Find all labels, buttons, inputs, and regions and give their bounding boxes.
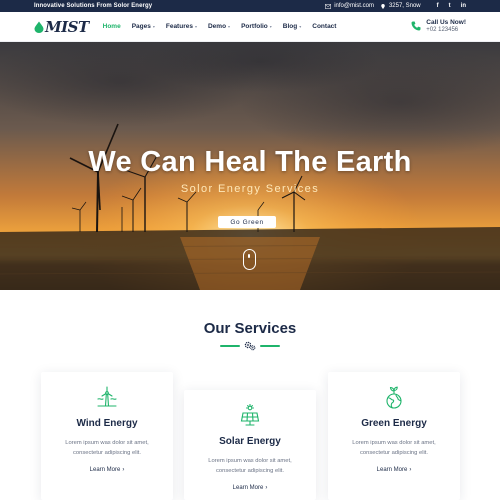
main-nav: Home Pages ▾ Features ▾ Demo ▾ Portfolio ▾ B… <box>103 23 337 30</box>
nav-demo-label: Demo <box>207 23 227 30</box>
green-globe-icon <box>386 386 402 409</box>
address-text: 3257, Snow <box>388 3 421 9</box>
main-header: MIST Home Pages ▾ Features ▾ Demo ▾ Portfol… <box>0 12 500 42</box>
nav-contact-label: Contact <box>312 23 337 30</box>
gears-icon <box>244 341 256 351</box>
tagline-text: Innovative Solutions From Solor Energy <box>34 3 153 9</box>
linkedin-icon[interactable]: in <box>461 3 466 9</box>
learn-more-label: Learn More <box>232 485 264 492</box>
nav-demo[interactable]: Demo ▾ <box>208 23 230 30</box>
leaf-drop-icon <box>34 21 44 33</box>
nav-home-label: Home <box>102 23 121 30</box>
social-links: f t in <box>437 3 466 9</box>
nav-portfolio-label: Portfolio <box>241 23 268 30</box>
call-number: +02 123456 <box>426 26 459 33</box>
site-logo[interactable]: MIST <box>34 18 89 36</box>
learn-more-link[interactable]: Learn More › <box>90 467 125 473</box>
facebook-icon[interactable]: f <box>437 3 439 9</box>
chevron-down-icon: ▾ <box>194 24 197 29</box>
chevron-down-icon: ▾ <box>269 24 272 29</box>
chevron-right-icon: › <box>409 467 412 474</box>
card-title: Solar Energy <box>219 436 281 447</box>
envelope-icon <box>325 3 332 9</box>
call-title: Call Us Now! <box>426 19 466 26</box>
card-description: Lorem ipsum was dolor sit amet, consecte… <box>208 458 292 474</box>
services-heading: Our Services <box>203 320 297 337</box>
wind-turbine-icon <box>97 386 117 407</box>
nav-features[interactable]: Features ▾ <box>166 23 197 30</box>
chevron-right-icon: › <box>122 467 125 474</box>
card-description: Lorem ipsum was dolor sit amet, consecte… <box>352 440 436 456</box>
email-contact[interactable]: info@mist.com <box>325 3 374 9</box>
nav-blog[interactable]: Blog ▾ <box>283 23 301 30</box>
service-card-wind[interactable]: Wind Energy Lorem ipsum was dolor sit am… <box>41 372 173 500</box>
card-description: Lorem ipsum was dolor sit amet, consecte… <box>65 440 149 456</box>
go-green-button[interactable]: Go Green <box>218 216 276 228</box>
nav-portfolio[interactable]: Portfolio ▾ <box>241 23 272 30</box>
card-title: Wind Energy <box>76 418 138 429</box>
service-card-solar[interactable]: Solar Energy Lorem ipsum was dolor sit a… <box>184 390 316 500</box>
divider-line-right <box>260 345 280 347</box>
logo-text: MIST <box>45 17 89 36</box>
nav-home[interactable]: Home <box>103 23 121 30</box>
divider-line-left <box>220 345 240 347</box>
nav-pages[interactable]: Pages ▾ <box>132 23 155 30</box>
nav-features-label: Features <box>165 23 193 30</box>
nav-blog-label: Blog <box>282 23 298 30</box>
phone-icon <box>411 21 421 31</box>
address-contact: 3257, Snow <box>380 3 421 9</box>
location-pin-icon <box>381 3 385 9</box>
chevron-down-icon: ▾ <box>299 24 302 29</box>
service-card-green[interactable]: Green Energy Lorem ipsum was dolor sit a… <box>328 372 460 500</box>
nav-contact[interactable]: Contact <box>312 23 336 30</box>
solar-panel-icon <box>240 404 260 426</box>
chevron-down-icon: ▾ <box>228 24 231 29</box>
hero-title: We Can Heal The Earth <box>88 146 412 178</box>
scroll-mouse-icon[interactable] <box>243 249 256 270</box>
top-info-bar: Innovative Solutions From Solor Energy i… <box>0 0 500 12</box>
call-us-box[interactable]: Call Us Now! +02 123456 <box>411 19 466 34</box>
nav-pages-label: Pages <box>131 23 151 30</box>
learn-more-label: Learn More <box>89 467 121 474</box>
learn-more-label: Learn More <box>376 467 408 474</box>
chevron-down-icon: ▾ <box>152 24 155 29</box>
learn-more-link[interactable]: Learn More › <box>377 467 412 473</box>
learn-more-link[interactable]: Learn More › <box>233 485 268 491</box>
email-text: info@mist.com <box>334 3 374 9</box>
chevron-right-icon: › <box>265 485 268 492</box>
hero-subtitle: Solor Energy Services <box>180 183 320 195</box>
section-divider <box>220 341 280 351</box>
hero-banner: We Can Heal The Earth Solor Energy Servi… <box>0 42 500 290</box>
card-title: Green Energy <box>361 418 427 429</box>
twitter-icon[interactable]: t <box>449 3 451 9</box>
